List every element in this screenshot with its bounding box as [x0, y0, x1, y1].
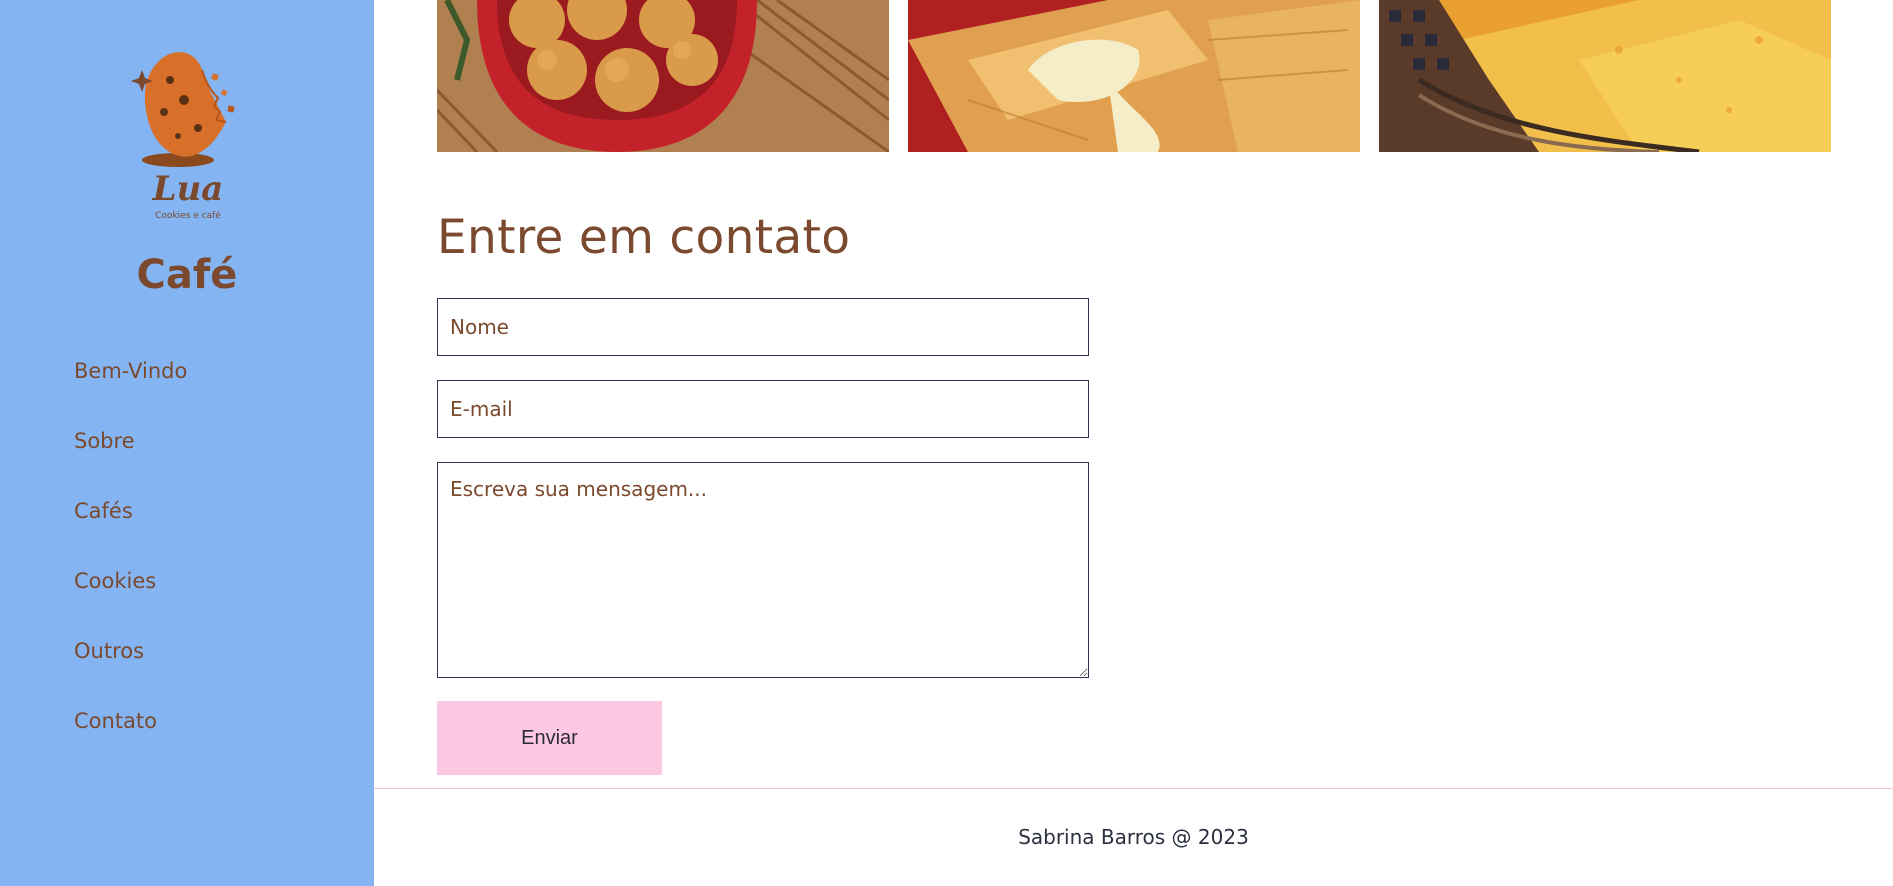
- send-button[interactable]: Enviar: [437, 701, 662, 775]
- nav-item-outros: Outros: [74, 638, 187, 708]
- nav-item-contato: Contato: [74, 708, 187, 778]
- footer-text: Sabrina Barros @ 2023: [1018, 825, 1249, 849]
- contact-title: Entre em contato: [437, 210, 851, 265]
- logo-tagline: Cookies e café: [155, 210, 221, 221]
- logo[interactable]: Lua Cookies e café: [118, 40, 258, 230]
- pastel-photo-icon: [1379, 0, 1831, 152]
- gallery-photo-coxinha: [437, 0, 889, 152]
- main-content: Entre em contato Enviar Sabrina Barros @…: [374, 0, 1893, 886]
- site-brand: Café: [136, 252, 238, 298]
- coxinha-photo-icon: [437, 0, 889, 152]
- nav-item-bem-vindo: Bem-Vindo: [74, 358, 187, 428]
- nav-link-cookies[interactable]: Cookies: [74, 568, 156, 594]
- nav-link-contato[interactable]: Contato: [74, 708, 157, 734]
- sidebar-nav: Bem-Vindo Sobre Cafés Cookies Outros Con…: [74, 358, 187, 778]
- nav-item-cookies: Cookies: [74, 568, 187, 638]
- nav-item-sobre: Sobre: [74, 428, 187, 498]
- gallery-photo-pastel: [1379, 0, 1831, 152]
- nav-link-sobre[interactable]: Sobre: [74, 428, 135, 454]
- name-input[interactable]: [437, 298, 1089, 356]
- gallery-photo-cheese-pastry: [908, 0, 1360, 152]
- footer: Sabrina Barros @ 2023: [374, 788, 1893, 886]
- nav-item-cafes: Cafés: [74, 498, 187, 568]
- nav-link-cafes[interactable]: Cafés: [74, 498, 133, 524]
- nav-link-bem-vindo[interactable]: Bem-Vindo: [74, 358, 187, 384]
- sidebar: Lua Cookies e café Café Bem-Vindo Sobre …: [0, 0, 374, 886]
- cookie-logo-icon: Lua Cookies e café: [131, 52, 235, 221]
- email-input[interactable]: [437, 380, 1089, 438]
- cheese-pastry-photo-icon: [908, 0, 1360, 152]
- message-textarea[interactable]: [437, 462, 1089, 678]
- logo-script-text: Lua: [152, 169, 224, 209]
- nav-link-outros[interactable]: Outros: [74, 638, 144, 664]
